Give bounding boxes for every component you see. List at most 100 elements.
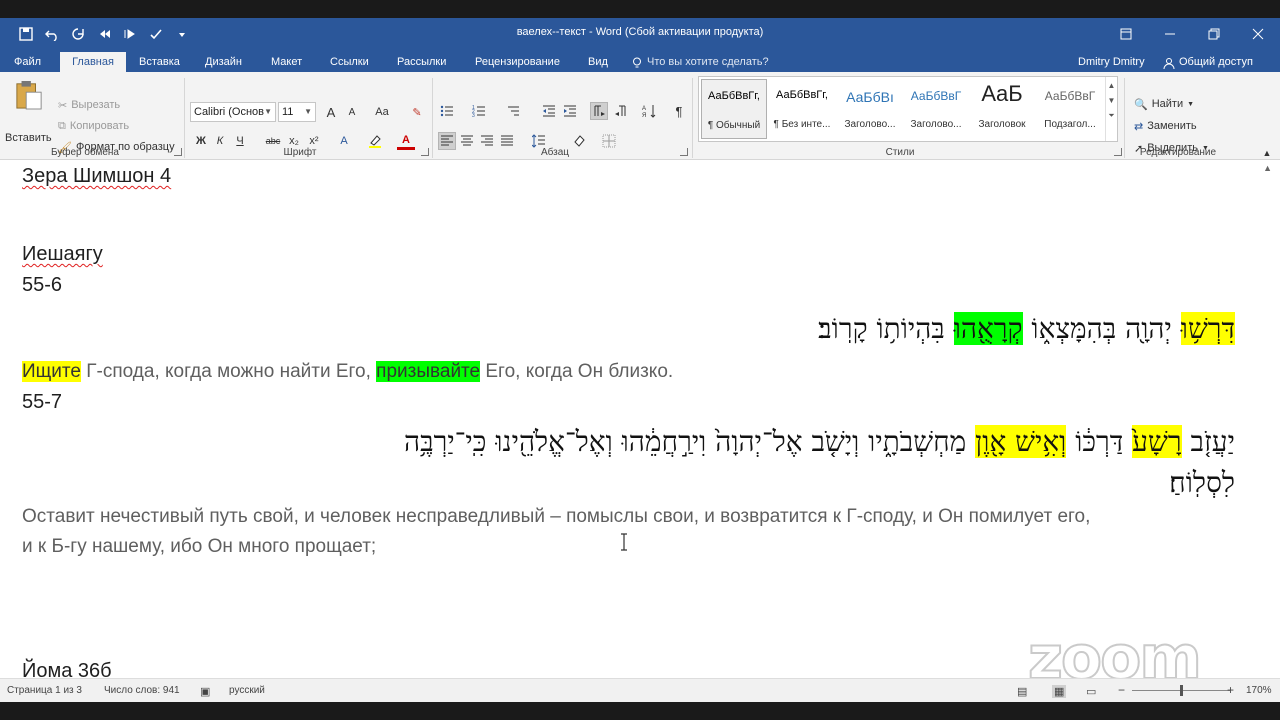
zoom-level[interactable]: 170% xyxy=(1246,685,1272,696)
copy-button[interactable]: ⧉ Копировать xyxy=(58,117,129,135)
title-bar: ваелех--текст - Word (Сбой активации про… xyxy=(0,18,1280,50)
tab-references[interactable]: Ссылки xyxy=(330,53,369,72)
find-button[interactable]: 🔍 Найти ▼ xyxy=(1134,95,1194,113)
scroll-up-icon[interactable]: ▲ xyxy=(1106,81,1117,90)
minimize-icon[interactable] xyxy=(1148,18,1192,50)
tab-view[interactable]: Вид xyxy=(588,53,608,72)
tell-me-box[interactable]: Что вы хотите сделать? xyxy=(632,53,769,72)
user-name[interactable]: Dmitry Dmitry xyxy=(1078,53,1145,72)
style-name: ¶ Обычный xyxy=(707,120,761,131)
print-layout-icon[interactable]: ▦ xyxy=(1052,685,1067,698)
replace-button[interactable]: ⇄ Заменить xyxy=(1134,117,1197,135)
font-name-combo[interactable]: Calibri (Основ ▼ xyxy=(190,102,276,122)
align-left-icon[interactable] xyxy=(438,132,456,150)
bullets-icon[interactable] xyxy=(438,102,456,120)
collapse-ribbon-icon[interactable]: ▲ xyxy=(1258,144,1276,162)
font-launcher-icon[interactable] xyxy=(421,148,429,156)
scroll-down-icon[interactable]: ▼ xyxy=(1106,96,1117,105)
web-layout-icon[interactable]: ▭ xyxy=(1086,685,1096,698)
replace-icon: ⇄ xyxy=(1134,120,1144,133)
font-group-label: Шрифт xyxy=(283,147,317,158)
more-styles-icon[interactable]: ⏷ xyxy=(1106,111,1117,121)
zoom-watermark: zoom xyxy=(1027,622,1203,678)
rtl-direction-icon[interactable] xyxy=(612,102,630,120)
hebrew-text: יַעֲזֹ֤ב xyxy=(1181,425,1236,458)
style-subtitle[interactable]: АаБбВвГ Подзагол... xyxy=(1037,79,1103,139)
ltr-direction-icon[interactable] xyxy=(590,102,608,120)
zoom-in-button[interactable]: + xyxy=(1227,683,1234,697)
style-sample: АаБбВвГг, xyxy=(776,89,828,101)
numbering-icon[interactable]: 123 xyxy=(470,102,488,120)
divider xyxy=(184,78,185,158)
style-name: ¶ Без инте... xyxy=(773,119,831,130)
grow-font-icon[interactable]: A xyxy=(322,103,340,121)
hebrew-text: דַּרְכּ֔וֹ xyxy=(1066,425,1133,458)
style-no-spacing[interactable]: АаБбВвГг, ¶ Без инте... xyxy=(769,79,835,139)
font-color-icon[interactable]: A xyxy=(397,132,415,150)
doc-heading-zera-shimshon: Зера Шимшон 4 xyxy=(22,164,171,188)
style-name: Заголово... xyxy=(910,119,962,130)
svg-text:A: A xyxy=(642,106,646,112)
share-button[interactable]: Общий доступ xyxy=(1163,53,1253,72)
clear-formatting-icon[interactable]: ✎ xyxy=(408,103,426,121)
highlight-color-icon[interactable] xyxy=(366,132,384,150)
change-case-icon[interactable]: Aa xyxy=(370,103,394,121)
paste-icon[interactable] xyxy=(12,78,46,112)
status-bar: Страница 1 из 3 Число слов: 941 ▣ русски… xyxy=(0,678,1280,702)
zoom-slider-thumb[interactable] xyxy=(1180,685,1183,696)
style-sample: АаБбВвГ xyxy=(910,89,962,103)
style-name: Заголово... xyxy=(844,119,896,130)
close-icon[interactable] xyxy=(1236,18,1280,50)
font-name-value: Calibri (Основ xyxy=(194,106,264,118)
bold-button[interactable]: Ж xyxy=(192,132,210,150)
russian-verse-55-6: Ищите Г-спода, когда можно найти Его, пр… xyxy=(22,360,673,384)
page-count[interactable]: Страница 1 из 3 xyxy=(7,685,82,696)
tab-file[interactable]: Файл xyxy=(14,53,41,72)
hebrew-verse-55-6: דִּרְשׁ֥וּ יְהוָ֖ה בְּהִמָּצְא֑וֹ קְרָאֻ… xyxy=(818,310,1235,348)
decrease-indent-icon[interactable] xyxy=(540,102,558,120)
document-page[interactable]: Зера Шимшон 4 Иешаягу 55-6 דִּרְשׁ֥וּ יְ… xyxy=(0,161,1280,678)
style-title[interactable]: AaБ Заголовок xyxy=(969,79,1035,139)
word-count[interactable]: Число слов: 941 xyxy=(104,685,180,696)
style-heading-2[interactable]: АаБбВвГ Заголово... xyxy=(903,79,969,139)
tab-design[interactable]: Дизайн xyxy=(205,53,242,72)
paste-label[interactable]: Вставить xyxy=(5,129,52,147)
italic-button[interactable]: К xyxy=(211,132,229,150)
increase-indent-icon[interactable] xyxy=(561,102,579,120)
style-sample: AaБ xyxy=(981,81,1023,106)
ribbon-display-options-icon[interactable] xyxy=(1104,18,1148,50)
cut-button[interactable]: ✂ Вырезать xyxy=(58,96,120,114)
shrink-font-icon[interactable]: A xyxy=(343,103,361,121)
multilevel-list-icon[interactable] xyxy=(504,102,522,120)
tab-home[interactable]: Главная xyxy=(60,52,126,72)
align-right-icon[interactable] xyxy=(478,132,496,150)
styles-launcher-icon[interactable] xyxy=(1114,148,1122,156)
align-center-icon[interactable] xyxy=(458,132,476,150)
clipboard-launcher-icon[interactable] xyxy=(174,148,182,156)
style-heading-1[interactable]: АаБбВı Заголово... xyxy=(837,79,903,139)
chevron-down-icon: ▼ xyxy=(264,107,272,116)
paragraph-launcher-icon[interactable] xyxy=(680,148,688,156)
scroll-up-icon[interactable]: ▲ xyxy=(1263,163,1272,173)
pilcrow-icon[interactable]: ¶ xyxy=(670,102,688,120)
style-sample: АаБбВвГ xyxy=(1044,89,1096,103)
tab-mailings[interactable]: Рассылки xyxy=(397,53,446,72)
language[interactable]: русский xyxy=(229,685,265,696)
person-icon xyxy=(1163,57,1175,69)
proofing-icon[interactable]: ▣ xyxy=(200,685,210,698)
restore-icon[interactable] xyxy=(1192,18,1236,50)
sort-icon[interactable]: AЯ xyxy=(640,102,658,120)
scissors-icon: ✂ xyxy=(58,99,68,112)
russian-verse-55-7-line1: Оставит нечестивый путь свой, и человек … xyxy=(22,506,1091,527)
style-normal[interactable]: АаБбВвГг, ¶ Обычный xyxy=(701,79,767,139)
doc-text: Иешаягу xyxy=(22,243,103,265)
tab-insert[interactable]: Вставка xyxy=(139,53,180,72)
clipboard-group-label: Буфер обмена xyxy=(51,147,119,158)
font-size-combo[interactable]: 11 ▼ xyxy=(278,102,316,122)
read-mode-icon[interactable]: ▤ xyxy=(1017,685,1027,698)
tab-review[interactable]: Рецензирование xyxy=(475,53,560,72)
styles-scroll[interactable]: ▲ ▼ ⏷ xyxy=(1105,77,1117,141)
tab-layout[interactable]: Макет xyxy=(271,53,302,72)
style-sample: АаБбВı xyxy=(846,89,894,105)
zoom-out-button[interactable]: − xyxy=(1118,683,1125,697)
